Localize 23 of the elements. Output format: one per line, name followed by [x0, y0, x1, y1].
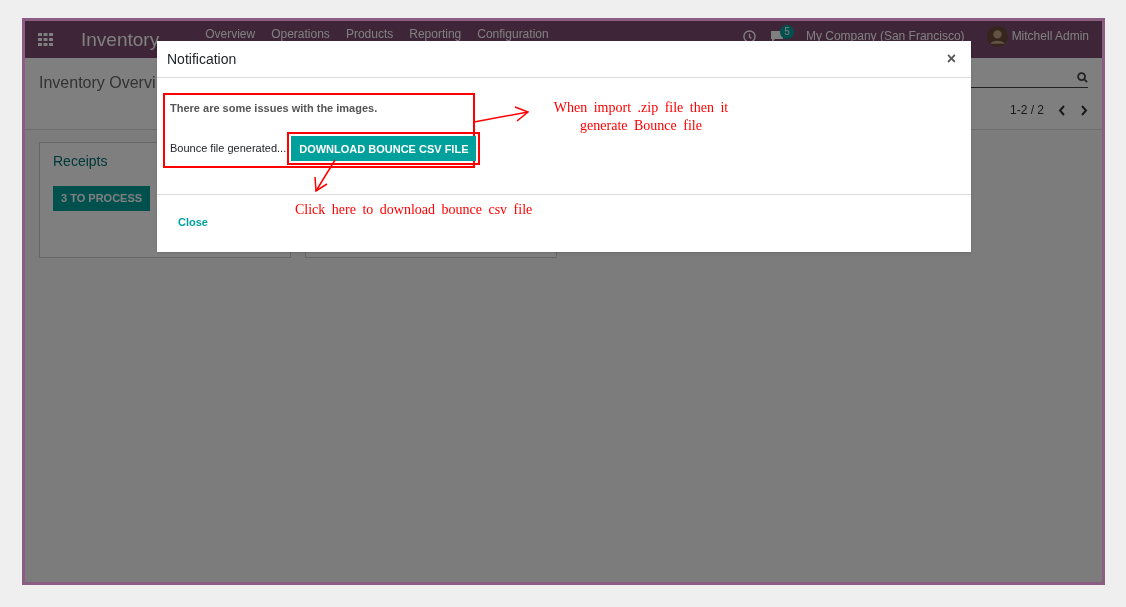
- breadcrumb: Inventory Overvi: [39, 73, 156, 93]
- next-icon[interactable]: [1080, 104, 1088, 116]
- dialog-title: Notification: [167, 49, 237, 69]
- menu-item[interactable]: Operations: [271, 25, 330, 43]
- menu-item[interactable]: Reporting: [409, 25, 462, 43]
- user-name[interactable]: Mitchell Admin: [1011, 27, 1089, 45]
- menu-item[interactable]: Configuration: [477, 25, 549, 43]
- pager: 1-2 / 2: [1009, 102, 1044, 119]
- message-text: There are some issues with the images.: [170, 101, 379, 116]
- previous-icon[interactable]: [1058, 104, 1066, 116]
- process-button[interactable]: 3 TO PROCESS: [53, 186, 151, 211]
- apps-menu-icon[interactable]: [38, 33, 53, 46]
- count-badge: 5: [780, 25, 794, 39]
- annotation-text: When import .zip file then it generate Bounce file: [552, 99, 730, 135]
- search-icon: [1077, 72, 1088, 83]
- bounce-label: Bounce file generated...: [170, 141, 287, 157]
- close-button[interactable]: Close: [178, 213, 208, 231]
- menu-item[interactable]: Products: [345, 25, 394, 43]
- annotation-text: Click here to download bounce csv file: [295, 201, 533, 219]
- close-icon[interactable]: ×: [946, 47, 956, 71]
- menu-item[interactable]: Overview: [205, 25, 256, 43]
- app-title: Inventory: [81, 30, 160, 49]
- download-button[interactable]: DOWNLOAD BOUNCE CSV FILE: [291, 136, 477, 162]
